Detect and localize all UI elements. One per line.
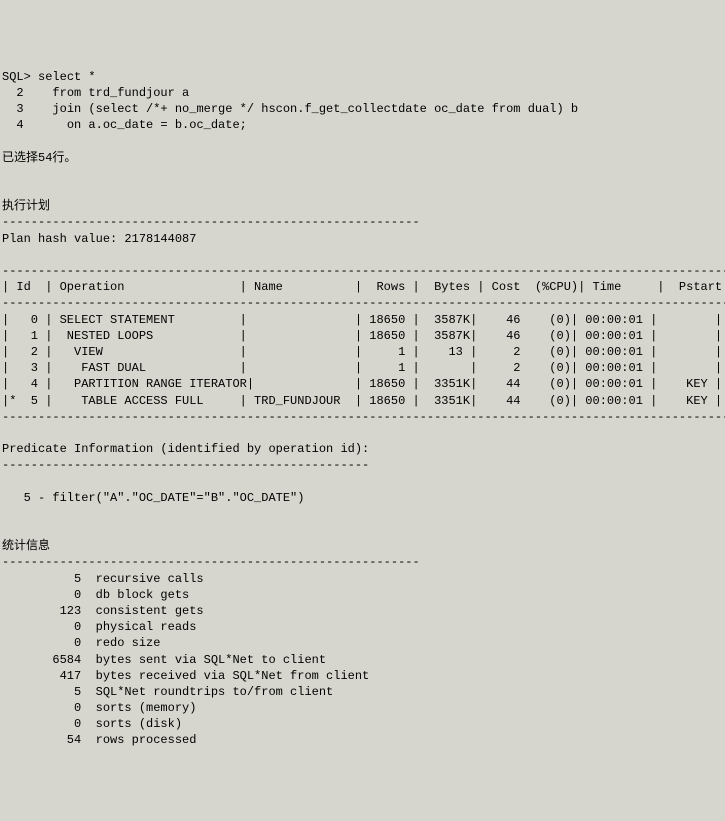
sql-output-page: SQL> select * 2 from trd_fundjour a 3 jo… xyxy=(0,65,725,757)
stats-row: 0 physical reads xyxy=(2,620,196,634)
plan-table-row: | 2 | VIEW | | 1 | 13 | 2 (0)| 00:00:01 … xyxy=(2,345,725,359)
plan-hash-value: Plan hash value: 2178144087 xyxy=(2,232,196,246)
plan-table-hline-top: ----------------------------------------… xyxy=(2,264,725,278)
plan-table-row: |* 5 | TABLE ACCESS FULL | TRD_FUNDJOUR … xyxy=(2,394,725,408)
sql-prompt: SQL> xyxy=(2,70,31,84)
stats-header: 统计信息 xyxy=(2,539,50,553)
plan-table-row: | 4 | PARTITION RANGE ITERATOR| | 18650 … xyxy=(2,377,725,391)
predicate-filter-line: 5 - filter("A"."OC_DATE"="B"."OC_DATE") xyxy=(2,491,304,505)
rows-selected-msg: 已选择54行。 xyxy=(2,151,76,165)
exec-plan-dash: ----------------------------------------… xyxy=(2,215,420,229)
sql-linenum-2: 2 xyxy=(2,86,24,100)
sql-line-4: on a.oc_date = b.oc_date; xyxy=(24,118,247,132)
stats-row: 5 recursive calls xyxy=(2,572,204,586)
stats-row: 123 consistent gets xyxy=(2,604,204,618)
stats-row: 0 db block gets xyxy=(2,588,189,602)
stats-row: 5 SQL*Net roundtrips to/from client xyxy=(2,685,333,699)
sql-line-2: from trd_fundjour a xyxy=(24,86,190,100)
plan-table-row: | 1 | NESTED LOOPS | | 18650 | 3587K| 46… xyxy=(2,329,725,343)
sql-linenum-4: 4 xyxy=(2,118,24,132)
stats-row: 417 bytes received via SQL*Net from clie… xyxy=(2,669,369,683)
plan-table-hline-mid: ----------------------------------------… xyxy=(2,296,725,310)
stats-row: 0 redo size xyxy=(2,636,160,650)
stats-row: 0 sorts (memory) xyxy=(2,701,196,715)
predicate-info-title: Predicate Information (identified by ope… xyxy=(2,442,369,456)
exec-plan-header: 执行计划 xyxy=(2,199,50,213)
plan-table-hline-bot: ----------------------------------------… xyxy=(2,410,725,424)
plan-table-row: | 0 | SELECT STATEMENT | | 18650 | 3587K… xyxy=(2,313,725,327)
stats-row: 0 sorts (disk) xyxy=(2,717,182,731)
predicate-info-dash: ----------------------------------------… xyxy=(2,458,369,472)
stats-row: 6584 bytes sent via SQL*Net to client xyxy=(2,653,326,667)
stats-row: 54 rows processed xyxy=(2,733,196,747)
sql-linenum-3: 3 xyxy=(2,102,24,116)
sql-line-1: select * xyxy=(38,70,96,84)
stats-dash: ----------------------------------------… xyxy=(2,555,420,569)
plan-table-header: | Id | Operation | Name | Rows | Bytes |… xyxy=(2,280,725,294)
plan-table-row: | 3 | FAST DUAL | | 1 | | 2 (0)| 00:00:0… xyxy=(2,361,725,375)
sql-line-3: join (select /*+ no_merge */ hscon.f_get… xyxy=(24,102,579,116)
